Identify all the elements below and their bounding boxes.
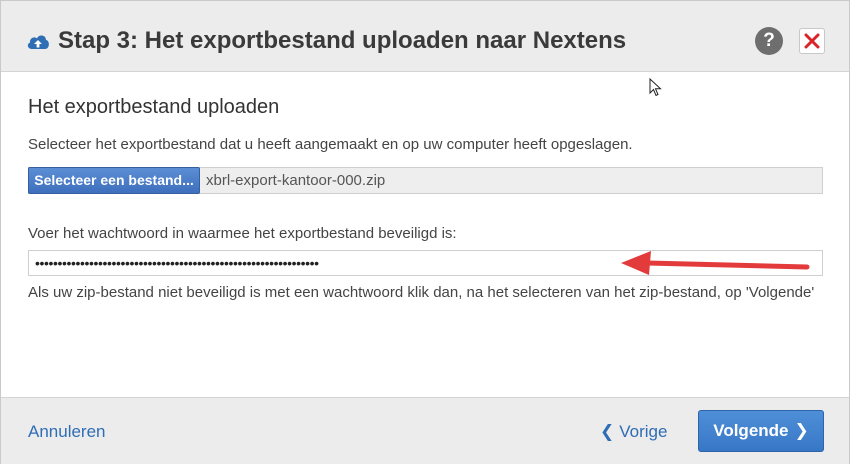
upload-dialog: Stap 3: Het exportbestand uploaden naar … <box>0 0 850 464</box>
chevron-right-icon: ❯ <box>794 421 809 440</box>
close-icon <box>804 33 820 49</box>
chevron-left-icon: ❮ <box>600 422 615 441</box>
select-file-button[interactable]: Selecteer een bestand... <box>28 167 200 194</box>
password-note: Als uw zip-bestand niet beveiligd is met… <box>28 284 815 301</box>
dialog-footer: Annuleren ❮ Vorige Volgende ❯ <box>1 397 849 464</box>
password-instruction: Voer het wachtwoord in waarmee het expor… <box>28 225 457 242</box>
mouse-cursor-icon <box>649 78 662 97</box>
next-label: Volgende <box>713 421 789 440</box>
cancel-link[interactable]: Annuleren <box>28 422 106 442</box>
previous-button[interactable]: ❮ Vorige <box>600 422 667 442</box>
cloud-upload-icon <box>26 31 50 51</box>
next-button[interactable]: Volgende ❯ <box>698 410 824 452</box>
annotation-arrow-icon <box>621 251 810 275</box>
previous-label: Vorige <box>619 422 668 441</box>
file-picker: Selecteer een bestand... xbrl-export-kan… <box>28 167 823 194</box>
dialog-title: Stap 3: Het exportbestand uploaden naar … <box>58 27 627 54</box>
selected-file-name: xbrl-export-kantoor-000.zip <box>206 172 386 189</box>
section-title: Het exportbestand uploaden <box>28 96 280 118</box>
close-button[interactable] <box>799 28 825 54</box>
dialog-header: Stap 3: Het exportbestand uploaden naar … <box>1 1 849 72</box>
help-button[interactable]: ? <box>755 27 783 55</box>
select-instruction: Selecteer het exportbestand dat u heeft … <box>28 136 633 153</box>
